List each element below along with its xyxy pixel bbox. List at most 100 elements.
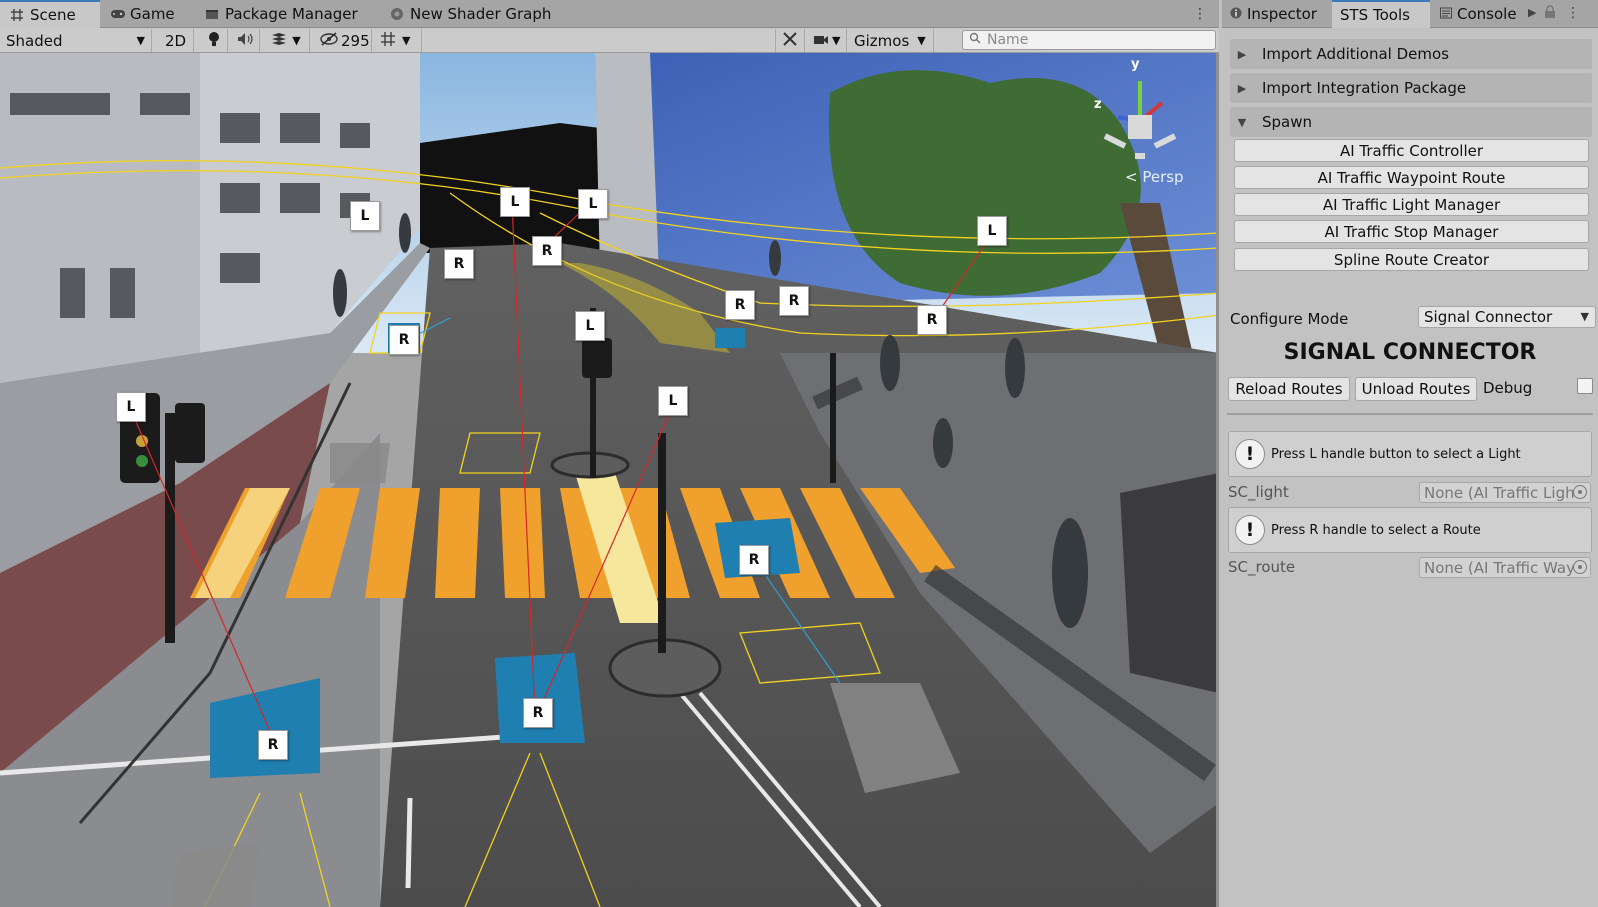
route-handle[interactable]: R <box>725 290 755 320</box>
scene-toolbar: Shaded ▼ 2D ▼ 295 ▼ ▼ Gizmos ▼ Name <box>0 28 1219 53</box>
hidden-count: 295 <box>341 31 370 50</box>
tab-sts-tools-label: STS Tools <box>1340 6 1410 24</box>
debug-label: Debug <box>1483 379 1533 397</box>
toggle-2d-button[interactable]: 2D <box>158 29 194 52</box>
light-handle[interactable]: L <box>350 201 380 231</box>
spawn-label: Spawn <box>1262 113 1313 131</box>
effects-dropdown[interactable]: ▼ <box>262 29 310 52</box>
shader-graph-icon <box>390 7 404 21</box>
search-placeholder: Name <box>987 32 1029 48</box>
tab-inspector-label: Inspector <box>1247 5 1317 23</box>
tab-console-label: Console <box>1457 5 1517 23</box>
audio-toggle[interactable] <box>230 29 260 52</box>
light-handle[interactable]: L <box>658 386 688 416</box>
sc-route-field[interactable]: None (AI Traffic Way <box>1419 557 1591 578</box>
spawn-light-manager-button[interactable]: AI Traffic Light Manager <box>1234 193 1589 216</box>
light-help-box: ! Press L handle button to select a Ligh… <box>1228 431 1592 477</box>
lighting-toggle[interactable] <box>200 29 228 52</box>
axis-z-label: z <box>1094 97 1102 112</box>
tab-scroll-right-icon[interactable]: ▶ <box>1528 6 1536 19</box>
object-picker-icon[interactable] <box>1573 560 1587 574</box>
route-handle[interactable]: R <box>739 545 769 575</box>
unload-routes-button[interactable]: Unload Routes <box>1355 377 1477 401</box>
grid-icon <box>10 8 24 22</box>
shading-mode-value: Shaded <box>6 31 63 50</box>
scene-viewport[interactable]: < Persp y z L L L R R L R L L R R R L L … <box>0 53 1219 907</box>
light-handle[interactable]: L <box>575 311 605 341</box>
scene-tab-bar: Scene Game Package Manager New Shader Gr… <box>0 0 1219 28</box>
configure-mode-value: Signal Connector <box>1424 308 1553 326</box>
axis-y-label: y <box>1131 57 1140 72</box>
lightbulb-icon <box>207 31 221 51</box>
import-integration-label: Import Integration Package <box>1262 79 1467 97</box>
light-handle[interactable]: L <box>977 216 1007 246</box>
toggle-2d-label: 2D <box>164 31 187 50</box>
route-help-text: Press R handle to select a Route <box>1271 522 1481 538</box>
spawn-foldout[interactable]: ▼ Spawn <box>1230 107 1592 137</box>
reload-routes-button[interactable]: Reload Routes <box>1228 377 1350 401</box>
grid-snap-dropdown[interactable]: ▼ <box>374 29 422 52</box>
search-icon <box>969 32 981 48</box>
spawn-traffic-controller-button[interactable]: AI Traffic Controller <box>1234 139 1589 162</box>
persp-label[interactable]: < Persp <box>1125 168 1184 186</box>
lock-icon[interactable] <box>1544 4 1556 23</box>
route-handle[interactable]: R <box>389 325 419 355</box>
route-handle[interactable]: R <box>917 305 947 335</box>
route-handle[interactable]: R <box>258 730 288 760</box>
debug-checkbox[interactable] <box>1577 378 1593 394</box>
shading-mode-dropdown[interactable]: Shaded ▼ <box>0 29 152 52</box>
light-handle[interactable]: L <box>578 189 608 219</box>
tab-sts-tools[interactable]: STS Tools <box>1332 0 1430 28</box>
route-handle[interactable]: R <box>444 249 474 279</box>
scene-search-input[interactable]: Name <box>962 30 1216 50</box>
eye-slash-icon <box>320 31 338 50</box>
route-handle[interactable]: R <box>523 698 553 728</box>
right-tab-bar: Inspector STS Tools Console ▶ ⋮ <box>1222 0 1598 28</box>
light-handle[interactable]: L <box>116 392 146 422</box>
route-handle[interactable]: R <box>779 286 809 316</box>
panel-more-icon[interactable]: ⋮ <box>1566 5 1580 21</box>
package-icon <box>205 7 219 21</box>
speaker-icon <box>237 32 253 50</box>
configure-mode-dropdown[interactable]: Signal Connector ▼ <box>1418 306 1596 328</box>
chevron-down-icon: ▼ <box>292 34 301 47</box>
import-integration-foldout[interactable]: ▶ Import Integration Package <box>1230 73 1592 103</box>
sc-route-label: SC_route <box>1228 558 1296 576</box>
tab-package-manager[interactable]: Package Manager <box>195 0 368 28</box>
light-help-text: Press L handle button to select a Light <box>1271 446 1521 462</box>
signal-connector-title: SIGNAL CONNECTOR <box>1283 340 1537 365</box>
camera-dropdown[interactable]: ▼ <box>807 29 847 52</box>
sc-light-field[interactable]: None (AI Traffic Light <box>1419 482 1591 503</box>
tab-game[interactable]: Game <box>100 0 185 28</box>
object-picker-icon[interactable] <box>1573 485 1587 499</box>
chevron-down-icon: ▼ <box>1580 310 1589 323</box>
tab-new-shader-graph-label: New Shader Graph <box>410 5 552 23</box>
sc-route-value: None (AI Traffic Way <box>1424 558 1575 577</box>
triangle-right-icon: ▶ <box>1237 81 1247 95</box>
chevron-down-icon: ▼ <box>402 34 411 47</box>
spline-route-creator-button[interactable]: Spline Route Creator <box>1234 248 1589 271</box>
spawn-waypoint-route-button[interactable]: AI Traffic Waypoint Route <box>1234 166 1589 189</box>
spawn-stop-manager-button[interactable]: AI Traffic Stop Manager <box>1234 220 1589 243</box>
hidden-objects-toggle[interactable]: 295 <box>314 29 372 52</box>
gizmos-dropdown[interactable]: Gizmos ▼ <box>848 29 934 52</box>
info-icon <box>1230 5 1242 23</box>
import-demos-foldout[interactable]: ▶ Import Additional Demos <box>1230 39 1592 69</box>
configure-mode-label: Configure Mode <box>1230 310 1349 328</box>
light-handle[interactable]: L <box>500 187 530 217</box>
tab-inspector[interactable]: Inspector <box>1222 0 1332 28</box>
triangle-right-icon: ▶ <box>1237 47 1247 61</box>
grid-snap-icon <box>380 31 396 51</box>
tab-console[interactable]: Console <box>1432 0 1522 28</box>
tab-new-shader-graph[interactable]: New Shader Graph <box>380 0 561 28</box>
import-demos-label: Import Additional Demos <box>1262 45 1450 63</box>
tab-package-manager-label: Package Manager <box>225 5 358 23</box>
tab-game-label: Game <box>130 5 175 23</box>
sts-tools-panel: Inspector STS Tools Console ▶ ⋮ ▶ Import… <box>1222 0 1598 907</box>
tab-scene[interactable]: Scene <box>0 0 100 28</box>
route-handle[interactable]: R <box>532 236 562 266</box>
console-icon <box>1440 5 1452 23</box>
tools-toggle[interactable] <box>775 29 805 52</box>
scene-more-icon[interactable]: ⋮ <box>1193 6 1207 22</box>
camera-icon <box>813 32 829 50</box>
